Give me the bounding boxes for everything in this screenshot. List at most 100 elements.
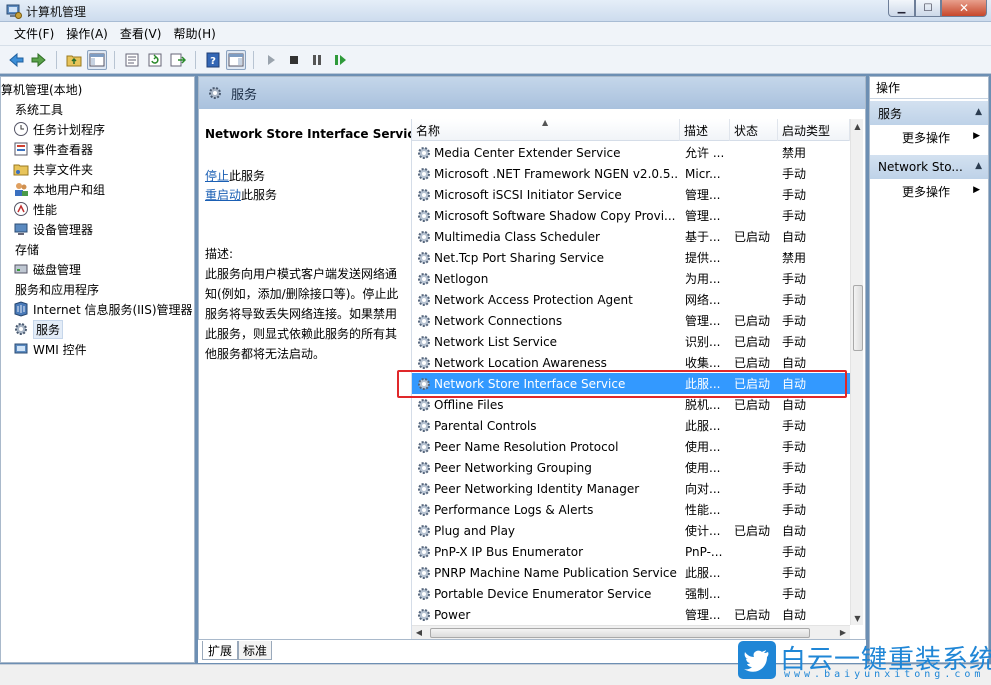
refresh-button[interactable] <box>145 50 165 70</box>
tree-item-device-manager[interactable]: 设备管理器 <box>13 219 93 239</box>
tree-item-disk-management[interactable]: 磁盘管理 <box>13 259 81 279</box>
table-row[interactable]: Network Access Protection Agent 网络... 手动 <box>412 289 850 310</box>
restart-service-link[interactable]: 重启动 <box>205 188 241 202</box>
stop-service-button[interactable] <box>284 50 304 70</box>
menu-help[interactable]: 帮助(H) <box>167 25 221 42</box>
table-row[interactable]: Peer Networking Identity Manager 向对... 手动 <box>412 478 850 499</box>
table-row[interactable]: Media Center Extender Service 允许 ... 禁用 <box>412 142 850 163</box>
show-hide-tree-button[interactable] <box>87 49 107 70</box>
tree-item-local-users[interactable]: 本地用户和组 <box>13 179 105 199</box>
tree-item-label: 事件查看器 <box>33 142 94 157</box>
more-actions-selected-service[interactable]: 更多操作 ▶ <box>870 179 988 203</box>
action-pane-icon <box>228 53 244 66</box>
column-header-description[interactable]: 描述 <box>680 119 730 141</box>
properties-button[interactable] <box>122 50 142 70</box>
menu-file[interactable]: 文件(F) <box>8 25 60 42</box>
export-list-button[interactable] <box>168 50 188 70</box>
service-gear-icon <box>418 525 430 537</box>
service-startup-type: 手动 <box>782 482 807 496</box>
maximize-button[interactable]: ☐ <box>915 0 941 17</box>
vertical-scrollbar[interactable]: ▲ ▼ <box>850 119 863 625</box>
table-row[interactable]: Network Connections 管理... 已启动 手动 <box>412 310 850 331</box>
service-description-cell: 使计... <box>685 524 721 538</box>
tree-item-wmi-control[interactable]: WMI 控件 <box>13 339 87 359</box>
table-row[interactable]: Microsoft .NET Framework NGEN v2.0.5... M… <box>412 163 850 184</box>
forward-button[interactable] <box>29 50 49 70</box>
scroll-down-icon[interactable]: ▼ <box>851 611 863 625</box>
table-row-selected[interactable]: Network Store Interface Service 此服... 已启动自… <box>412 373 850 394</box>
column-header-startup-type[interactable]: 启动类型 <box>778 119 850 141</box>
tree-item-performance[interactable]: 性能 <box>13 199 57 219</box>
computer-management-icon <box>6 4 22 19</box>
column-header-name[interactable]: ▲ 名称 <box>412 119 680 141</box>
service-description-cell: PnP-... <box>685 544 723 559</box>
help-button[interactable]: ? <box>203 50 223 70</box>
menu-view[interactable]: 查看(V) <box>114 25 168 42</box>
tree-item-event-viewer[interactable]: 事件查看器 <box>13 139 93 159</box>
up-level-button[interactable] <box>64 50 84 70</box>
table-row[interactable]: Net.Tcp Port Sharing Service 提供... 禁用 <box>412 247 850 268</box>
watermark: 白云一键重装系统 www.baiyunxitong.com <box>738 637 991 683</box>
column-header-status[interactable]: 状态 <box>730 119 778 141</box>
table-row[interactable]: Microsoft iSCSI Initiator Service 管理... 手动 <box>412 184 850 205</box>
tree-item-system-tools[interactable]: 系统工具 <box>15 99 63 119</box>
table-row[interactable]: Peer Name Resolution Protocol 使用... 手动 <box>412 436 850 457</box>
tab-extended[interactable]: 扩展 <box>202 641 238 660</box>
service-name: Network Connections <box>434 313 563 328</box>
vertical-scroll-thumb[interactable] <box>853 285 863 351</box>
description-label: 描述: <box>205 247 234 261</box>
table-row[interactable]: Multimedia Class Scheduler 基于... 已启动 自动 <box>412 226 850 247</box>
play-icon <box>268 54 275 65</box>
pause-service-button[interactable] <box>307 50 327 70</box>
table-row[interactable]: Portable Device Enumerator Service 强制... 手… <box>412 583 850 604</box>
table-row[interactable]: Microsoft Software Shadow Copy Provi... 管… <box>412 205 850 226</box>
table-row[interactable]: Network Location Awareness 收集... 已启动 自动 <box>412 352 850 373</box>
actions-section-selected-service[interactable]: Network Sto... ▲ <box>870 155 988 179</box>
table-row[interactable]: Power 管理... 已启动 自动 <box>412 604 850 625</box>
table-row[interactable]: Parental Controls 此服... 手动 <box>412 415 850 436</box>
table-row[interactable]: PNRP Machine Name Publication Service 此服.… <box>412 562 850 583</box>
service-startup-type: 手动 <box>782 587 807 601</box>
tab-standard[interactable]: 标准 <box>238 641 272 660</box>
tree-item-computer-management[interactable]: 算机管理(本地) <box>1 79 82 99</box>
action-pane-button[interactable] <box>226 49 246 70</box>
window-title: 计算机管理 <box>26 5 87 19</box>
service-name: Performance Logs & Alerts <box>434 502 594 517</box>
table-row[interactable]: Performance Logs & Alerts 性能... 手动 <box>412 499 850 520</box>
minimize-button[interactable]: ▁ <box>888 0 915 17</box>
gear-icon <box>15 323 27 335</box>
restart-service-button[interactable] <box>330 50 350 70</box>
tree-item-services-and-apps[interactable]: 服务和应用程序 <box>15 279 99 299</box>
table-row[interactable]: Peer Networking Grouping 使用... 手动 <box>412 457 850 478</box>
actions-section-services[interactable]: 服务 ▲ <box>870 101 988 125</box>
service-startup-type: 手动 <box>782 188 807 202</box>
service-startup-type: 手动 <box>782 545 807 559</box>
table-row[interactable]: Offline Files 脱机... 已启动 自动 <box>412 394 850 415</box>
scroll-left-icon[interactable]: ◀ <box>412 626 426 639</box>
start-service-button[interactable] <box>261 50 281 70</box>
restart-service-suffix: 此服务 <box>241 188 278 202</box>
back-button[interactable] <box>6 50 26 70</box>
service-gear-icon <box>418 168 430 180</box>
more-actions-services[interactable]: 更多操作 ▶ <box>870 125 988 149</box>
tree-item-iis-manager[interactable]: Internet 信息服务(IIS)管理器 <box>13 299 193 319</box>
scroll-up-icon[interactable]: ▲ <box>851 119 863 133</box>
tree-item-task-scheduler[interactable]: 任务计划程序 <box>13 119 105 139</box>
table-row[interactable]: Netlogon 为用... 手动 <box>412 268 850 289</box>
tree-item-storage[interactable]: 存储 <box>15 239 39 259</box>
service-startup-type: 自动 <box>782 398 807 412</box>
service-status: 已启动 <box>734 314 771 328</box>
close-button[interactable]: ✕ <box>941 0 987 17</box>
table-row[interactable]: PnP-X IP Bus Enumerator PnP-... 手动 <box>412 541 850 562</box>
tree-item-shared-folders[interactable]: 共享文件夹 <box>13 159 93 179</box>
service-name: Network Access Protection Agent <box>434 292 633 307</box>
table-row[interactable]: Plug and Play 使计... 已启动 自动 <box>412 520 850 541</box>
stop-service-link[interactable]: 停止 <box>205 169 229 183</box>
service-startup-type: 自动 <box>782 377 807 391</box>
menu-action[interactable]: 操作(A) <box>60 25 114 42</box>
collapse-up-icon[interactable]: ▲ <box>975 161 982 171</box>
service-status <box>734 268 778 289</box>
collapse-up-icon[interactable]: ▲ <box>975 107 982 117</box>
tree-item-services[interactable]: 服务 <box>13 319 64 339</box>
table-row[interactable]: Network List Service 识别... 已启动 手动 <box>412 331 850 352</box>
